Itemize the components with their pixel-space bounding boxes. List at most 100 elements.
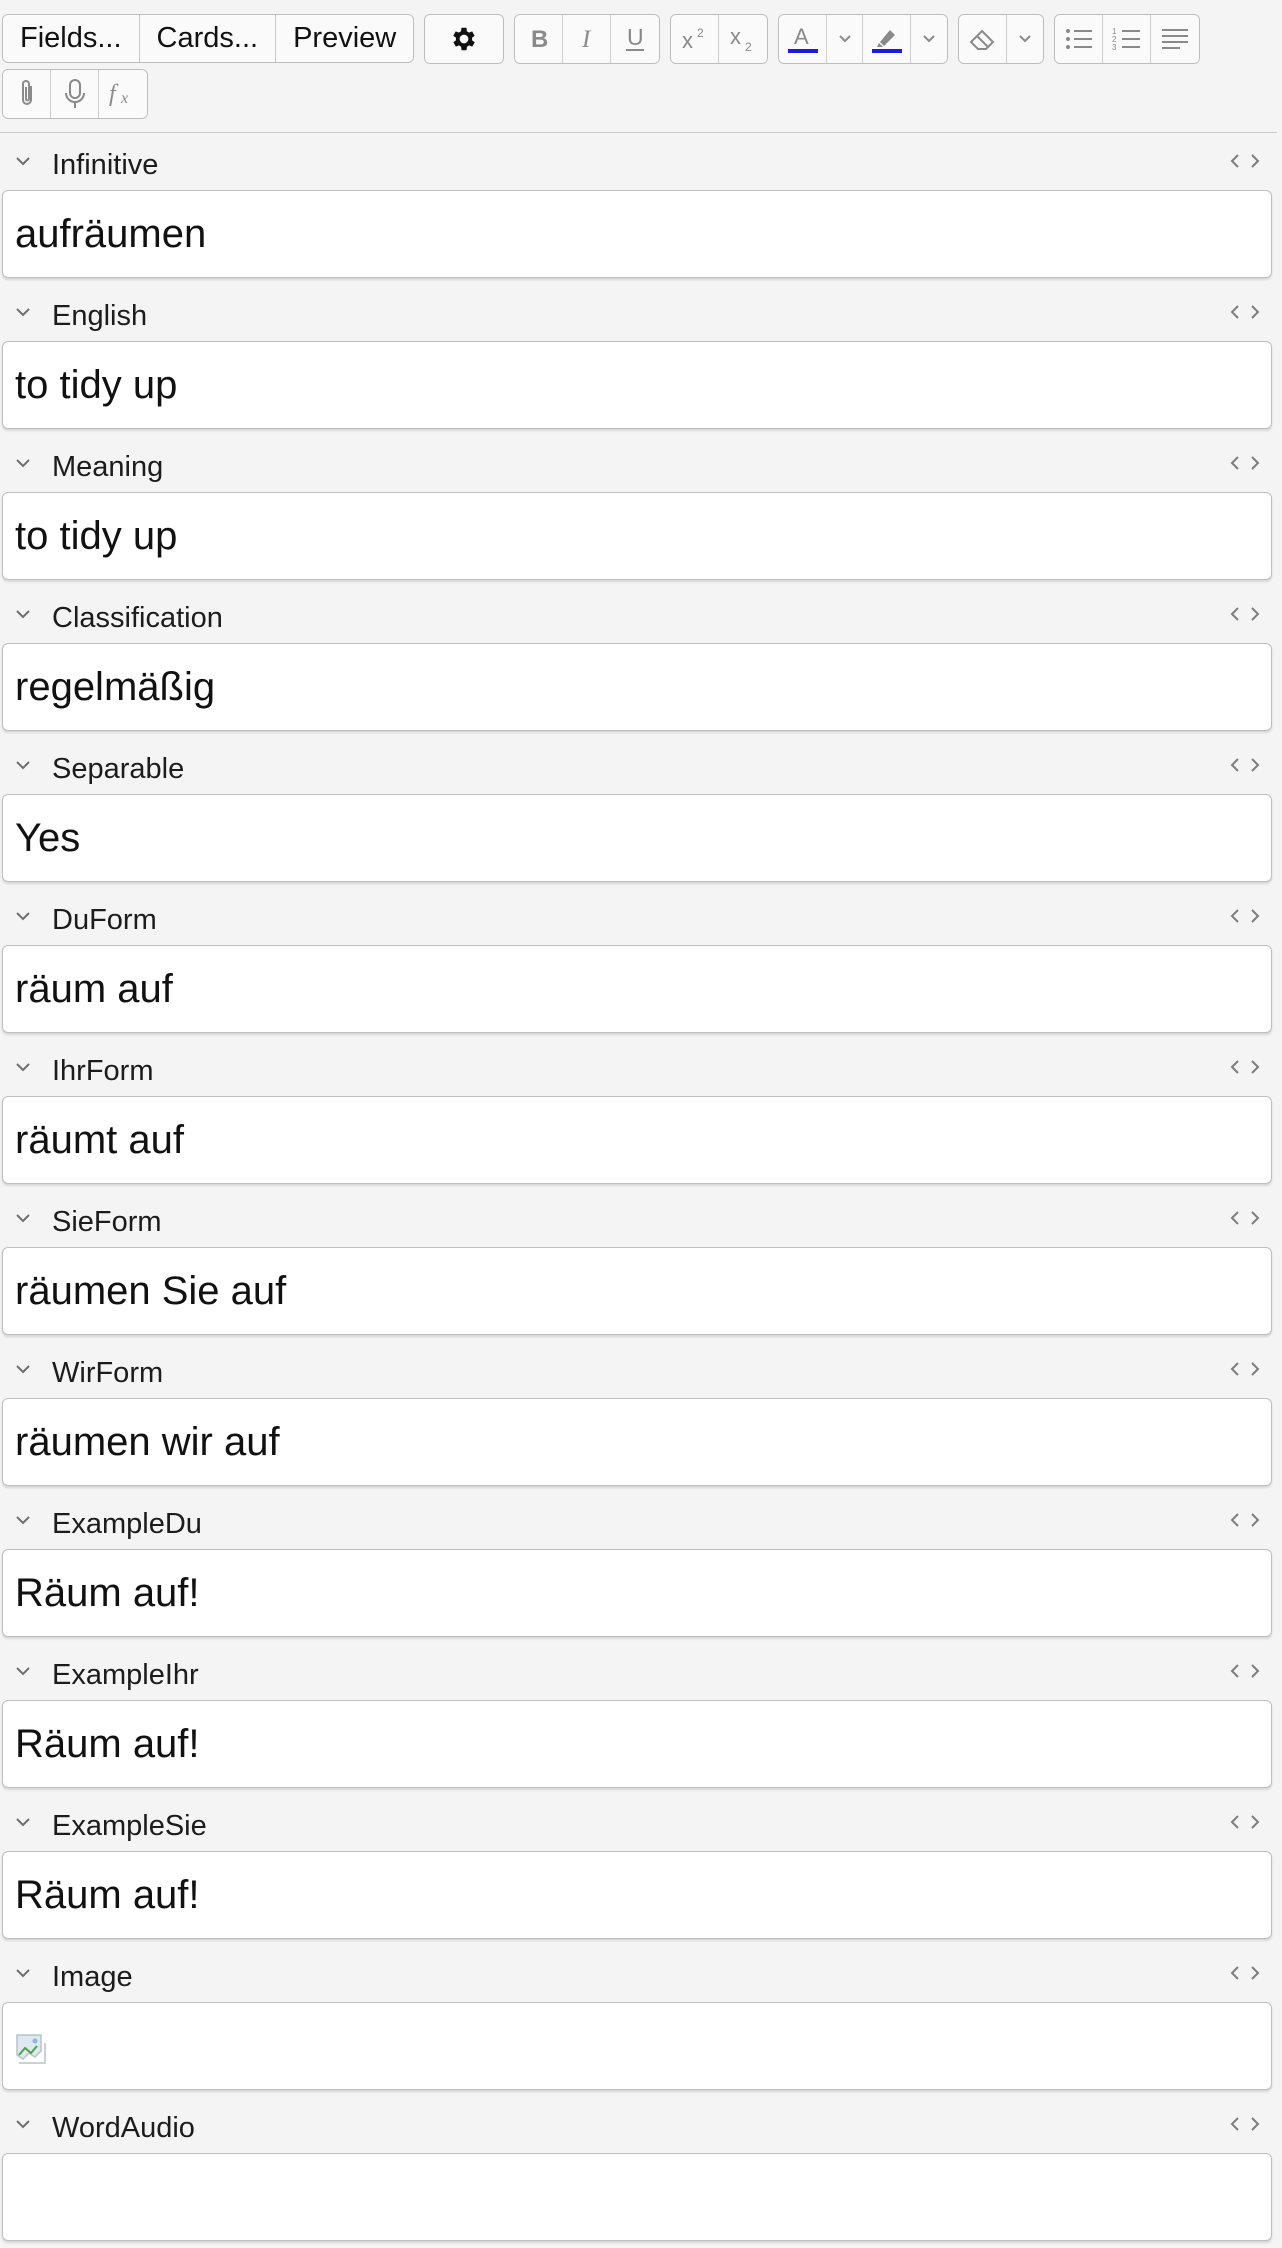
fields-list: Infinitive aufräumen English to tidy up … — [0, 134, 1282, 2248]
bold-button[interactable]: B — [515, 14, 564, 63]
html-editor-toggle-icon[interactable] — [1230, 757, 1260, 778]
cards-button[interactable]: Cards... — [139, 15, 277, 62]
collapse-chevron-icon[interactable] — [14, 1664, 32, 1682]
text-color-button[interactable]: A — [779, 14, 828, 63]
collapse-chevron-icon[interactable] — [14, 456, 32, 474]
collapse-chevron-icon[interactable] — [14, 1815, 32, 1833]
field-editor-classification[interactable]: regelmäßig — [2, 643, 1272, 731]
html-editor-toggle-icon[interactable] — [1230, 1965, 1260, 1986]
html-editor-toggle-icon[interactable] — [1230, 1210, 1260, 1231]
italic-icon: I — [581, 26, 592, 52]
align-button[interactable] — [1151, 14, 1200, 63]
underline-button[interactable]: U — [611, 14, 660, 63]
italic-button[interactable]: I — [563, 14, 612, 63]
collapse-chevron-icon[interactable] — [14, 1966, 32, 1984]
field-header: Separable — [0, 738, 1277, 794]
field-header: English — [0, 285, 1277, 341]
html-editor-toggle-icon[interactable] — [1230, 153, 1260, 174]
field-editor-separable[interactable]: Yes — [2, 794, 1272, 882]
field-editor-meaning[interactable]: to tidy up — [2, 492, 1272, 580]
subscript-button[interactable]: x2 — [719, 14, 768, 63]
text-color-icon: A — [787, 24, 818, 53]
html-editor-toggle-icon[interactable] — [1230, 1663, 1260, 1684]
field-duform: DuForm räum auf — [0, 889, 1282, 1033]
script-button-group: x2 x2 — [670, 13, 769, 64]
collapse-chevron-icon[interactable] — [14, 607, 32, 625]
field-editor-wirform[interactable]: räumen wir auf — [2, 1398, 1272, 1486]
html-editor-toggle-icon[interactable] — [1230, 1512, 1260, 1533]
svg-text:x: x — [120, 90, 128, 107]
fields-button[interactable]: Fields... — [3, 15, 140, 62]
record-audio-button[interactable] — [51, 70, 99, 118]
svg-text:x: x — [682, 28, 693, 52]
align-left-icon — [1162, 28, 1189, 49]
field-editor-ihrform[interactable]: räumt auf — [2, 1096, 1272, 1184]
unordered-list-button[interactable] — [1055, 14, 1104, 63]
field-label: WirForm — [52, 1357, 164, 1389]
field-label: Separable — [52, 753, 185, 785]
html-editor-toggle-icon[interactable] — [1230, 1814, 1260, 1835]
gear-icon — [453, 27, 475, 50]
collapse-chevron-icon[interactable] — [14, 909, 32, 927]
html-editor-toggle-icon[interactable] — [1230, 606, 1260, 627]
collapse-chevron-icon[interactable] — [14, 305, 32, 323]
field-header: Infinitive — [0, 134, 1277, 190]
field-editor-exampledu[interactable]: Räum auf! — [2, 1549, 1272, 1637]
field-meaning: Meaning to tidy up — [0, 436, 1282, 580]
html-editor-toggle-icon[interactable] — [1230, 1361, 1260, 1382]
field-classification: Classification regelmäßig — [0, 587, 1282, 731]
underline-icon: U — [626, 25, 645, 51]
field-examplesie: ExampleSie Räum auf! — [0, 1795, 1282, 1939]
svg-text:x: x — [730, 26, 741, 49]
field-editor-duform[interactable]: räum auf — [2, 945, 1272, 1033]
svg-text:B: B — [531, 26, 548, 52]
highlight-color-button[interactable] — [863, 14, 912, 63]
numbered-list-icon: 123 — [1112, 27, 1140, 52]
field-label: English — [52, 300, 148, 332]
collapse-chevron-icon[interactable] — [14, 1060, 32, 1078]
field-editor-image[interactable] — [2, 2002, 1272, 2090]
remove-format-button[interactable] — [959, 14, 1008, 63]
list-button-group: 123 — [1054, 13, 1201, 64]
eraser-button-group — [958, 13, 1045, 64]
collapse-chevron-icon[interactable] — [14, 154, 32, 172]
chevron-down-icon — [839, 34, 851, 42]
notetype-button-group: Fields... Cards... Preview — [2, 14, 415, 63]
subscript-icon: x2 — [730, 26, 752, 52]
text-color-dropdown[interactable] — [827, 14, 864, 63]
svg-text:I: I — [581, 26, 592, 52]
highlight-color-dropdown[interactable] — [911, 14, 948, 63]
remove-format-dropdown[interactable] — [1007, 14, 1044, 63]
collapse-chevron-icon[interactable] — [14, 1362, 32, 1380]
field-editor-english[interactable]: to tidy up — [2, 341, 1272, 429]
field-ihrform: IhrForm räumt auf — [0, 1040, 1282, 1184]
html-editor-toggle-icon[interactable] — [1230, 455, 1260, 476]
field-label: Infinitive — [52, 149, 159, 181]
field-editor-exampleihr[interactable]: Räum auf! — [2, 1700, 1272, 1788]
field-editor-wordaudio[interactable] — [2, 2153, 1272, 2241]
svg-text:2: 2 — [697, 26, 704, 40]
settings-button[interactable] — [425, 14, 504, 63]
html-editor-toggle-icon[interactable] — [1230, 304, 1260, 325]
field-editor-infinitive[interactable]: aufräumen — [2, 190, 1272, 278]
ordered-list-button[interactable]: 123 — [1103, 14, 1152, 63]
format-button-group: B I U — [514, 13, 661, 64]
collapse-chevron-icon[interactable] — [14, 1513, 32, 1531]
collapse-chevron-icon[interactable] — [14, 2117, 32, 2135]
attach-button[interactable] — [3, 70, 51, 118]
html-editor-toggle-icon[interactable] — [1230, 2116, 1260, 2137]
svg-text:A: A — [794, 24, 809, 49]
math-button[interactable]: fx — [99, 70, 147, 118]
collapse-chevron-icon[interactable] — [14, 758, 32, 776]
field-label: Image — [52, 1961, 133, 1993]
superscript-button[interactable]: x2 — [671, 14, 720, 63]
preview-button[interactable]: Preview — [276, 15, 414, 62]
html-editor-toggle-icon[interactable] — [1230, 1059, 1260, 1080]
html-editor-toggle-icon[interactable] — [1230, 908, 1260, 929]
field-label: IhrForm — [52, 1055, 154, 1087]
field-editor-examplesie[interactable]: Räum auf! — [2, 1851, 1272, 1939]
field-editor-sieform[interactable]: räumen Sie auf — [2, 1247, 1272, 1335]
collapse-chevron-icon[interactable] — [14, 1211, 32, 1229]
field-label: SieForm — [52, 1206, 162, 1238]
field-wordaudio: WordAudio — [0, 2097, 1282, 2241]
